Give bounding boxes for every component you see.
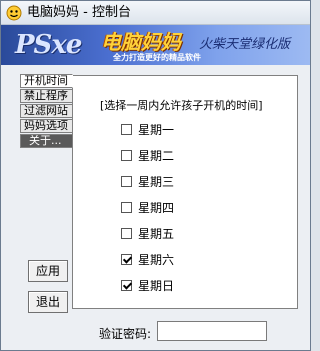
- banner-title: 电脑妈妈: [101, 30, 181, 54]
- header-banner: PSxe 电脑妈妈 火柴天堂绿化版 全力打造更好的精品软件: [1, 25, 310, 65]
- day-option[interactable]: 星期日: [121, 278, 175, 293]
- day-checkbox[interactable]: [121, 123, 132, 135]
- day-label: 星期四: [138, 200, 175, 215]
- tab-filter-websites[interactable]: 过滤网站: [20, 104, 73, 118]
- day-label: 星期一: [138, 122, 175, 137]
- schedule-panel: [选择一周内允许孩子开机的时间] 星期一星期二星期三星期四星期五星期六星期日: [72, 75, 298, 309]
- day-checkbox[interactable]: [121, 201, 132, 213]
- tab-about[interactable]: 关于...: [20, 134, 73, 148]
- day-option[interactable]: 星期四: [121, 200, 175, 215]
- day-checkbox[interactable]: [121, 227, 132, 239]
- window-title: 电脑妈妈 - 控制台: [27, 5, 131, 20]
- day-option[interactable]: 星期二: [121, 148, 175, 163]
- banner-slogan: 全力打造更好的精品软件: [113, 53, 201, 62]
- day-label: 星期日: [138, 278, 175, 293]
- day-checkbox[interactable]: [121, 175, 132, 187]
- day-label: 星期三: [138, 174, 175, 189]
- banner-logo: PSxe: [15, 30, 82, 60]
- day-option[interactable]: 星期五: [121, 226, 175, 241]
- day-checkbox[interactable]: [121, 253, 132, 265]
- password-field[interactable]: [157, 321, 267, 341]
- day-label: 星期五: [138, 226, 175, 241]
- day-checkbox[interactable]: [121, 279, 132, 291]
- day-label: 星期六: [138, 252, 175, 267]
- banner-subtitle: 火柴天堂绿化版: [199, 37, 291, 52]
- day-option[interactable]: 星期一: [121, 122, 175, 137]
- tab-block-programs[interactable]: 禁止程序: [20, 89, 73, 103]
- title-bar[interactable]: 电脑妈妈 - 控制台: [1, 1, 310, 25]
- day-option[interactable]: 星期三: [121, 174, 175, 189]
- day-label: 星期二: [138, 148, 175, 163]
- day-checkbox[interactable]: [121, 149, 132, 161]
- apply-button[interactable]: 应用: [28, 260, 68, 282]
- day-option[interactable]: 星期六: [121, 252, 175, 267]
- schedule-prompt: [选择一周内允许孩子开机的时间]: [100, 99, 263, 112]
- password-label: 验证密码:: [99, 327, 152, 341]
- app-icon: [6, 5, 22, 21]
- tab-mom-options[interactable]: 妈妈选项: [20, 119, 73, 133]
- main-window: 电脑妈妈 - 控制台 PSxe 电脑妈妈 火柴天堂绿化版 全力打造更好的精品软件…: [0, 0, 311, 351]
- exit-button[interactable]: 退出: [28, 291, 68, 313]
- tab-boot-time[interactable]: 开机时间: [20, 74, 73, 88]
